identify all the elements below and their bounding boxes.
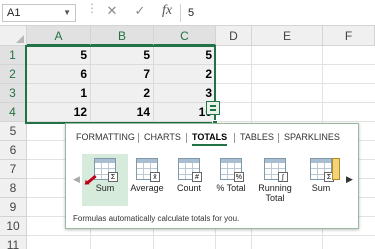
cancel-icon[interactable]: ✕ [104,3,120,23]
item-label: Sum [311,183,331,193]
count-glyph: # [192,172,202,182]
percent-total-icon: % [220,158,244,182]
column-header-c[interactable]: C [154,26,216,46]
grid-line [27,235,375,236]
drag-handle-icon[interactable]: ⋮ [86,2,98,14]
row-header-8[interactable]: 8 [0,179,27,198]
cell-a1[interactable]: 5 [27,46,91,65]
row-header-9[interactable]: 9 [0,198,27,217]
chevron-down-icon[interactable]: ▼ [63,8,71,17]
totals-count-button[interactable]: # Count [166,154,212,206]
totals-average-button[interactable]: x̄ Average [124,154,170,206]
column-header-f[interactable]: F [323,26,375,46]
sum-glyph: Σ [108,172,118,182]
select-all-button[interactable] [0,26,27,46]
name-box-value: A1 [7,7,21,19]
row-header-5[interactable]: 5 [0,122,27,141]
cell-b2[interactable]: 7 [91,65,154,84]
excel-window: A1 ▼ ⋮ ✕ ✓ fx 5 A B C D E F 1 2 3 4 5 6 … [0,0,375,249]
column-header-e[interactable]: E [252,26,323,46]
percent-glyph: % [233,172,244,182]
tab-separator [278,133,279,143]
quick-analysis-panel: FORMATTING CHARTS TOTALS TABLES SPARKLIN… [65,123,359,229]
quick-analysis-icon[interactable] [206,101,220,115]
row-header-10[interactable]: 10 [0,217,27,236]
row-header-6[interactable]: 6 [0,141,27,160]
scroll-right-icon[interactable]: ▶ [346,174,353,185]
column-headers: A B C D E F [0,26,375,46]
row-header-2[interactable]: 2 [0,65,27,84]
tab-tables[interactable]: TABLES [240,132,274,142]
formula-input[interactable]: 5 [182,4,372,22]
cell-a3[interactable]: 1 [27,84,91,103]
sum-column-icon: Σ [310,158,334,182]
row-header-11[interactable]: 11 [0,236,27,249]
cell-a4[interactable]: 12 [27,103,91,122]
average-row-icon: x̄ [136,158,160,182]
cell-a2[interactable]: 6 [27,65,91,84]
quick-analysis-description: Formulas automatically calculate totals … [73,214,240,223]
tab-separator [138,133,139,143]
row-header-3[interactable]: 3 [0,84,27,103]
tab-totals[interactable]: TOTALS [192,132,228,146]
formula-bar-divider [180,4,181,22]
running-total-glyph: ∫ [278,172,288,182]
totals-sum-button[interactable]: Σ Sum [82,154,128,206]
tab-separator [234,133,235,143]
average-glyph: x̄ [150,172,160,182]
column-header-d[interactable]: D [216,26,252,46]
row-header-1[interactable]: 1 [0,46,27,65]
running-total-icon: ∫ [264,158,288,182]
row-header-4[interactable]: 4 [0,103,27,122]
tab-charts[interactable]: CHARTS [144,132,181,142]
name-box[interactable]: A1 ▼ [2,4,76,22]
row-header-7[interactable]: 7 [0,160,27,179]
sum-column-highlight-icon [332,158,340,180]
totals-running-total-button[interactable]: ∫ Running Total [252,154,298,206]
cell-b4[interactable]: 14 [91,103,154,122]
sum-row-icon: Σ [94,158,118,182]
column-header-a[interactable]: A [27,26,91,46]
formula-bar: A1 ▼ ⋮ ✕ ✓ fx 5 [0,0,375,26]
insert-function-icon[interactable]: fx [156,3,178,23]
tab-formatting[interactable]: FORMATTING [76,132,135,142]
cell-b1[interactable]: 5 [91,46,154,65]
cell-c1[interactable]: 5 [154,46,216,65]
tab-sparklines[interactable]: SPARKLINES [284,132,340,142]
enter-icon[interactable]: ✓ [132,3,148,23]
cell-c2[interactable]: 2 [154,65,216,84]
cell-b3[interactable]: 2 [91,84,154,103]
column-header-b[interactable]: B [91,26,154,46]
tab-separator [186,133,187,143]
count-row-icon: # [178,158,202,182]
